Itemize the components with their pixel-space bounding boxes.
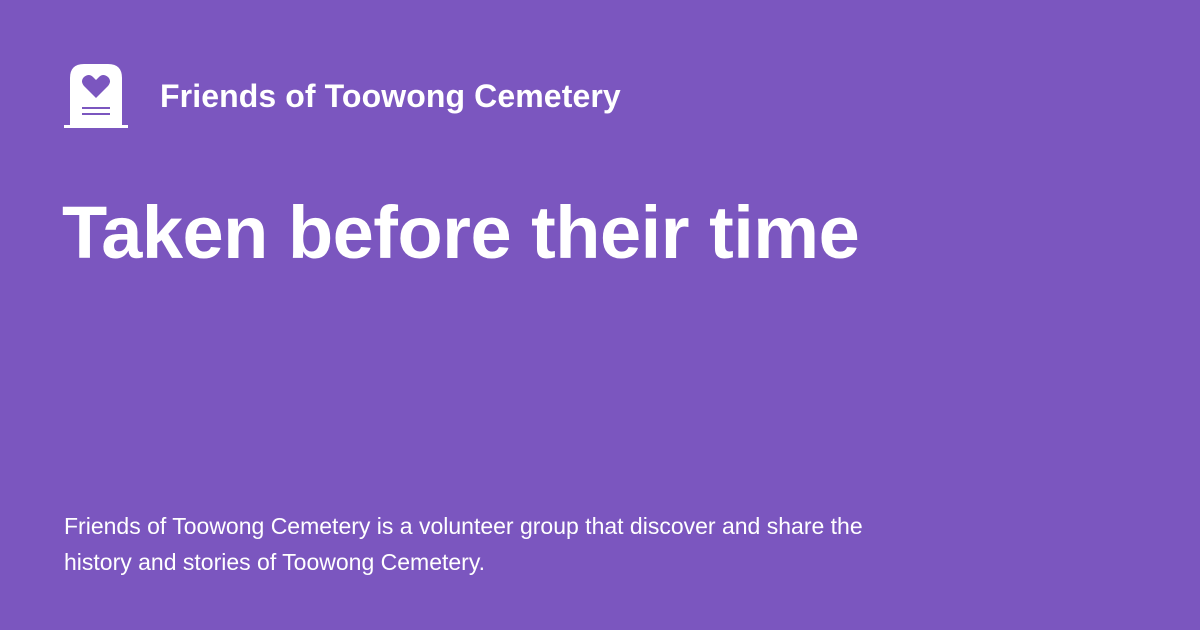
brand-header: Friends of Toowong Cemetery [64, 64, 621, 128]
site-description: Friends of Toowong Cemetery is a volunte… [64, 513, 863, 575]
social-share-card: Friends of Toowong Cemetery Taken before… [0, 0, 1200, 630]
headstone-heart-icon [64, 64, 128, 128]
brand-name: Friends of Toowong Cemetery [160, 78, 621, 114]
page-title: Taken before their time [62, 191, 860, 274]
